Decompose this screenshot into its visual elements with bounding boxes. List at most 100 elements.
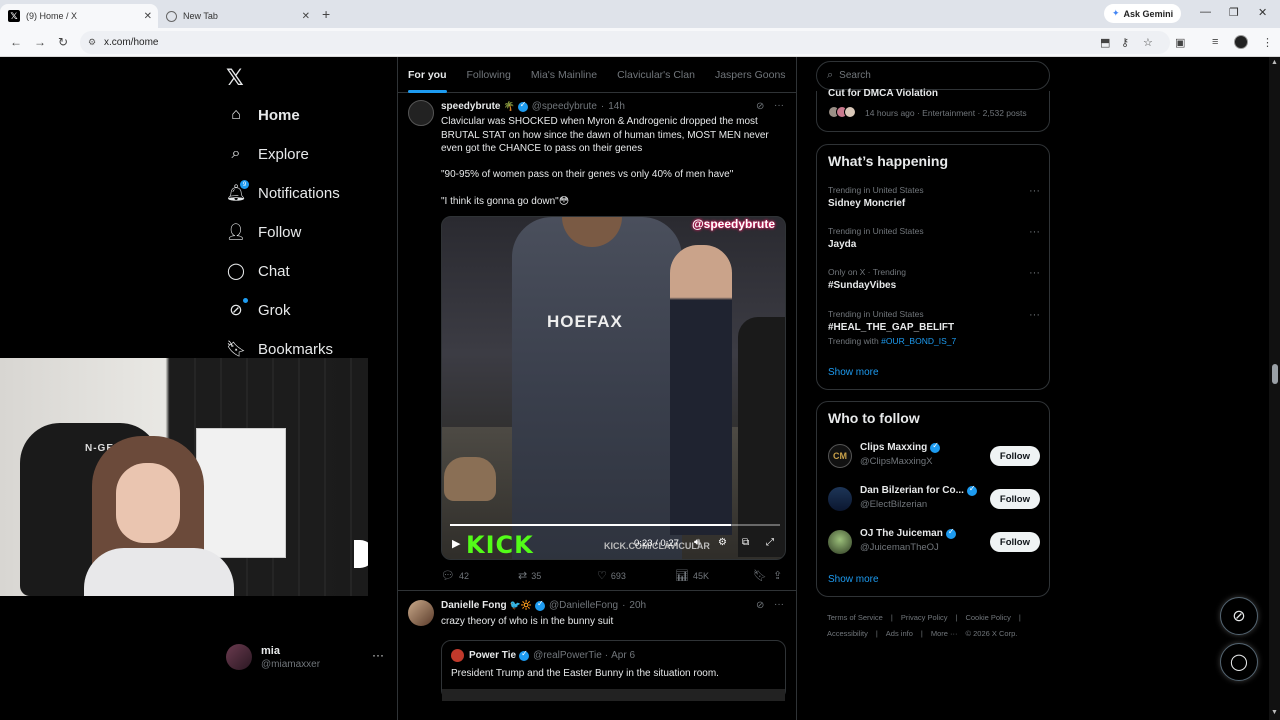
video-player[interactable]: HOEFAX @speedybrute ▶ KICK KICK.COM/CLAV…: [441, 216, 786, 560]
password-key-icon[interactable]: ⚷: [1121, 36, 1129, 49]
fullscreen-icon[interactable]: ⤢: [766, 537, 774, 548]
settings-gear-icon[interactable]: ⚙: [718, 537, 727, 548]
tab-claviculars-clan[interactable]: Clavicular's Clan: [607, 69, 705, 81]
scroll-down-icon[interactable]: ▼: [1271, 709, 1278, 716]
search-input[interactable]: ⌕ Search: [816, 61, 1050, 90]
nav-grok[interactable]: ⊘ Grok: [226, 298, 291, 320]
minimize-icon[interactable]: —: [1200, 6, 1211, 18]
reply-button[interactable]: 💬︎ 42: [441, 569, 469, 582]
grok-analyze-icon[interactable]: ⊘: [756, 101, 764, 112]
trend-item[interactable]: Trending in United States #HEAL_THE_GAP_…: [828, 309, 1040, 346]
more-icon[interactable]: ···: [372, 648, 384, 662]
nav-chat[interactable]: ◯ Chat: [226, 261, 290, 281]
footer-link[interactable]: Cookie Policy: [965, 613, 1010, 622]
trend-item[interactable]: Trending in United States Jayda ···: [828, 226, 1040, 250]
footer-link[interactable]: Ads info: [886, 629, 913, 638]
share-button[interactable]: ⇪: [773, 569, 782, 582]
bookmark-button[interactable]: 🔖︎: [753, 569, 767, 582]
tab-following[interactable]: Following: [457, 69, 521, 81]
chat-fab-button[interactable]: ◯: [1220, 643, 1258, 681]
follow-button[interactable]: Follow: [989, 532, 1040, 552]
nav-follow[interactable]: 👤︎ Follow: [226, 222, 302, 242]
more-icon[interactable]: ···: [1029, 185, 1040, 197]
browser-tab-x-home[interactable]: 𝕏 (9) Home / X ✕: [0, 4, 158, 28]
avatar[interactable]: [408, 100, 434, 126]
ask-gemini-button[interactable]: ✦ Ask Gemini: [1104, 4, 1182, 23]
browser-profile-avatar[interactable]: [1234, 35, 1248, 49]
author-handle[interactable]: @DanielleFong: [549, 600, 618, 611]
news-card[interactable]: Cut for DMCA Violation 14 hours ago · En…: [816, 88, 1050, 132]
nav-label: Explore: [258, 145, 309, 163]
tweet-text: "I think its gonna go down"😳: [441, 196, 570, 207]
url-input[interactable]: ⚙ x.com/home: [80, 31, 1170, 54]
footer-link[interactable]: Privacy Policy: [901, 613, 948, 622]
scroll-up-icon[interactable]: ▲: [1271, 59, 1278, 66]
footer-link[interactable]: Accessibility: [827, 629, 868, 638]
browser-menu-icon[interactable]: ⋮: [1262, 36, 1273, 49]
globe-favicon-icon: [166, 10, 177, 22]
follow-button[interactable]: Follow: [989, 489, 1040, 509]
play-icon[interactable]: ▶: [452, 537, 460, 550]
pip-icon[interactable]: ⧉: [742, 537, 749, 548]
author-handle[interactable]: @speedybrute: [532, 101, 597, 112]
nav-bookmarks[interactable]: 🔖︎ Bookmarks: [226, 339, 333, 359]
tweet[interactable]: Danielle Fong 🐦🔆 @DanielleFong · 20h ⊘ ·…: [398, 592, 796, 720]
nav-home[interactable]: ⌂ Home: [226, 105, 300, 125]
tab-jaspers-goons[interactable]: Jaspers Goons: [705, 69, 796, 81]
avatar[interactable]: [408, 600, 434, 626]
footer-link[interactable]: More ···: [931, 629, 958, 638]
nav-notifications[interactable]: 🔔︎ 9 Notifications: [226, 180, 340, 203]
follow-suggestion[interactable]: Dan Bilzerian for Co... @ElectBilzerian …: [828, 484, 1040, 515]
footer-link[interactable]: Terms of Service: [827, 613, 883, 622]
author-name[interactable]: Danielle Fong: [441, 600, 507, 611]
grok-fab-button[interactable]: ⊘: [1220, 597, 1258, 635]
more-icon[interactable]: ···: [774, 599, 784, 610]
follow-button[interactable]: Follow: [989, 446, 1040, 466]
follow-suggestion[interactable]: CM Clips Maxxing @ClipsMaxxingX Follow: [828, 441, 1040, 472]
video-progress-bar[interactable]: [450, 524, 780, 526]
x-logo-icon[interactable]: 𝕏: [226, 65, 244, 91]
account-switcher[interactable]: mia @miamaxxer: [226, 644, 320, 670]
show-more-link[interactable]: Show more: [828, 574, 879, 585]
browser-tab-new-tab[interactable]: New Tab ✕: [158, 4, 316, 28]
new-tab-button[interactable]: +: [322, 6, 330, 22]
author-name[interactable]: speedybrute: [441, 101, 500, 112]
follow-suggestion[interactable]: OJ The Juiceman @JuicemanTheOJ Follow: [828, 527, 1040, 558]
trend-item[interactable]: Trending in United States Sidney Moncrie…: [828, 185, 1040, 209]
forward-arrow-icon[interactable]: →: [34, 35, 46, 49]
quoted-tweet[interactable]: Power Tie @realPowerTie · Apr 6 Presiden…: [441, 640, 786, 701]
verified-badge-icon: [945, 527, 956, 539]
grok-analyze-icon[interactable]: ⊘: [756, 600, 764, 611]
back-arrow-icon[interactable]: ←: [10, 35, 22, 49]
scroll-thumb[interactable]: [1272, 364, 1278, 384]
like-button[interactable]: ♡ 693: [597, 569, 626, 582]
more-icon[interactable]: ···: [1029, 267, 1040, 279]
sidepanel-icon[interactable]: ▣: [1175, 36, 1185, 49]
more-icon[interactable]: ···: [1029, 226, 1040, 238]
more-icon[interactable]: ···: [774, 100, 784, 111]
trending-with-tag[interactable]: #OUR_BOND_IS_7: [881, 336, 956, 346]
close-window-icon[interactable]: ✕: [1258, 6, 1267, 19]
tab-for-you[interactable]: For you: [398, 69, 457, 93]
reload-icon[interactable]: ↻: [58, 35, 68, 49]
repost-button[interactable]: ⇄ 35: [518, 569, 541, 582]
bookmark-star-icon[interactable]: ☆: [1143, 36, 1153, 49]
maximize-icon[interactable]: ❐: [1229, 6, 1239, 19]
show-more-link[interactable]: Show more: [828, 367, 879, 378]
reading-list-icon[interactable]: ≡: [1212, 36, 1218, 48]
site-info-icon[interactable]: ⚙: [88, 37, 96, 48]
nav-explore[interactable]: ⌕ Explore: [226, 144, 309, 164]
verified-badge-icon: [534, 599, 545, 611]
volume-icon[interactable]: 🔊︎: [694, 537, 700, 548]
close-tab-icon[interactable]: ✕: [144, 11, 152, 22]
tweet[interactable]: speedybrute 🌴 @speedybrute · 14h ⊘ ··· C…: [398, 94, 796, 591]
more-icon[interactable]: ···: [1029, 309, 1040, 321]
tweet-time[interactable]: 20h: [629, 600, 646, 611]
close-tab-icon[interactable]: ✕: [302, 11, 310, 22]
page-scrollbar[interactable]: ▲ ▼: [1269, 57, 1280, 720]
tweet-time[interactable]: 14h: [608, 101, 625, 112]
install-app-icon[interactable]: ⬒: [1100, 36, 1110, 49]
views-button[interactable]: 📊︎ 45K: [675, 569, 709, 582]
trend-item[interactable]: Only on X · Trending #SundayVibes ···: [828, 267, 1040, 291]
tab-mias-mainline[interactable]: Mia's Mainline: [521, 69, 607, 81]
